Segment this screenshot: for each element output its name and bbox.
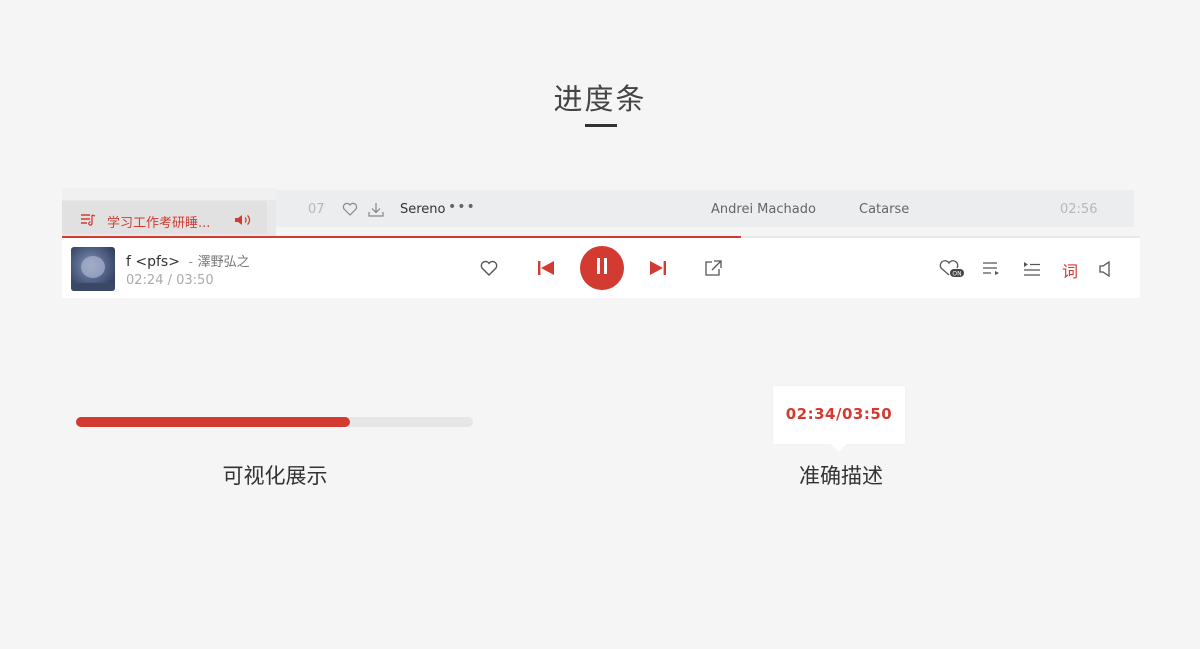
share-icon[interactable] (705, 260, 722, 276)
demo-progress-fill (76, 417, 350, 427)
queue-icon[interactable] (1023, 261, 1041, 276)
playlist-icon (80, 212, 96, 231)
track-album[interactable]: Catarse (859, 202, 909, 217)
download-icon[interactable] (368, 202, 384, 221)
lyrics-button[interactable]: 词 (1062, 258, 1078, 282)
total-time: 03:50 (176, 273, 214, 288)
heart-mode-icon[interactable]: ON (938, 258, 964, 278)
time-separator: / (163, 273, 177, 288)
pause-icon (596, 258, 608, 278)
title-separator: - (188, 255, 194, 270)
album-cover[interactable] (71, 247, 115, 291)
track-artist[interactable]: Andrei Machado (711, 202, 816, 217)
tooltip-time: 02:34/03:50 (785, 405, 893, 423)
svg-text:ON: ON (952, 271, 961, 278)
heart-icon[interactable] (342, 202, 358, 220)
tooltip-arrow (831, 444, 847, 452)
track-number: 07 (308, 202, 325, 217)
play-order-icon[interactable] (982, 262, 1000, 275)
title-underline (585, 124, 617, 127)
next-icon[interactable] (650, 261, 666, 275)
demo-progress-bar (76, 417, 473, 427)
heart-icon[interactable] (480, 260, 498, 276)
caption-accurate: 准确描述 (799, 464, 883, 488)
cover-band (71, 283, 115, 291)
time-tooltip: 02:34/03:50 (773, 386, 905, 452)
pause-button[interactable] (580, 246, 624, 290)
now-playing-artist: 澤野弘之 (197, 255, 250, 270)
track-row[interactable]: 07 Sereno ••• Andrei Machado Catarse 02:… (276, 190, 1134, 227)
sidebar-playing-list[interactable]: 学习工作考研睡... (62, 188, 276, 236)
player-bar: f <pfs> - 澤野弘之 02:24 / 03:50 ON 词 (62, 238, 1140, 298)
speaker-icon (234, 212, 252, 231)
now-playing-song: f <pfs> (126, 254, 180, 270)
player-panel: 学习工作考研睡... 07 Sereno ••• Andrei Machado … (62, 188, 1140, 298)
sidebar-top-strip (62, 188, 276, 200)
previous-icon[interactable] (538, 261, 554, 275)
caption-visual: 可视化展示 (222, 464, 328, 488)
elapsed-time: 02:24 (126, 273, 164, 288)
now-playing-title[interactable]: f <pfs> - 澤野弘之 (126, 251, 250, 270)
page-title: 进度条 (553, 82, 647, 116)
playlist-name: 学习工作考研睡... (107, 216, 211, 231)
volume-icon[interactable] (1099, 261, 1113, 277)
more-icon[interactable]: ••• (448, 199, 476, 215)
now-playing-time: 02:24 / 03:50 (126, 273, 214, 288)
track-duration: 02:56 (1060, 202, 1098, 217)
track-song[interactable]: Sereno (400, 202, 446, 217)
cover-art (81, 256, 105, 278)
